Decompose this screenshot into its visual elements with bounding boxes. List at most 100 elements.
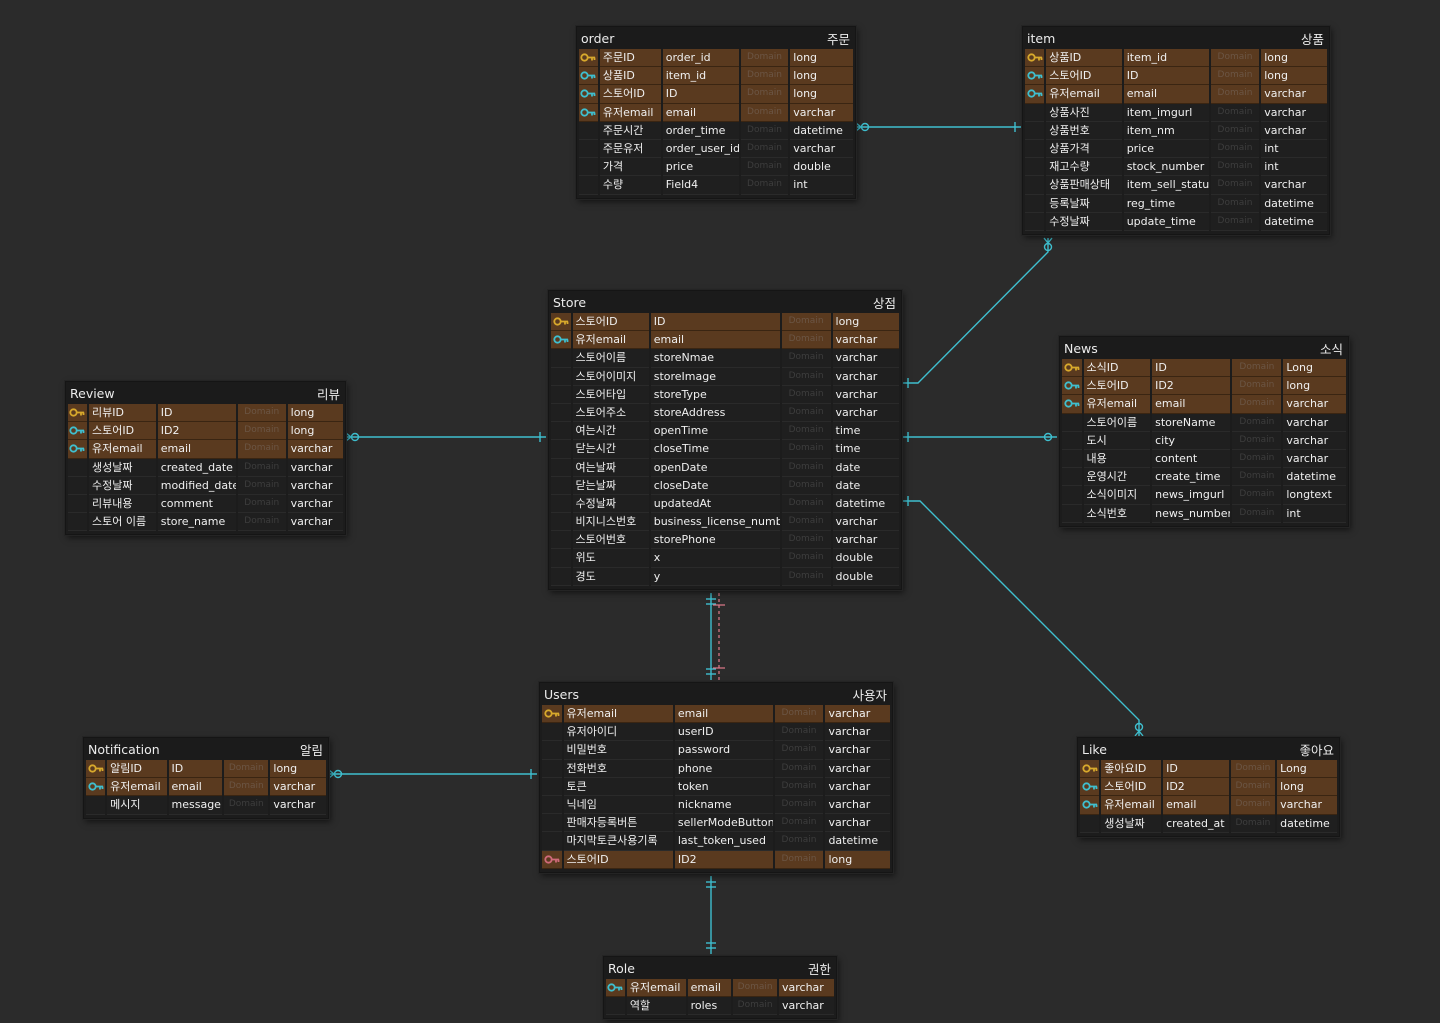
column-row[interactable]: 수정날짜 updatedAt Domain datetime (551, 494, 899, 514)
column-row[interactable]: 상품판매상태 item_sell_status Domain varchar (1025, 176, 1327, 195)
column-row[interactable]: 리뷰ID ID Domain long (68, 404, 343, 423)
column-row[interactable]: 상품가격 price Domain int (1025, 139, 1327, 159)
column-row[interactable]: 운영시간 create_time Domain datetime (1062, 468, 1347, 487)
entity-header[interactable]: News 소식 (1060, 337, 1348, 359)
column-row[interactable]: 유저email email Domain varchar (551, 331, 899, 350)
column-domain: Domain (237, 494, 286, 514)
column-row[interactable]: 스토어이름 storeNmae Domain varchar (551, 349, 899, 368)
entity-order[interactable]: order 주문 주문ID order_id Domain long 상품ID item_… (576, 26, 856, 199)
column-row[interactable]: 스토어ID ID Domain long (579, 85, 853, 104)
column-physical-name: ID (650, 313, 780, 332)
column-row[interactable]: 알림ID ID Domain long (86, 760, 326, 779)
column-row[interactable]: 소식번호 news_number Domain int (1062, 504, 1347, 523)
column-row[interactable]: 스토어ID ID2 Domain long (1062, 377, 1347, 396)
column-row[interactable]: 생성날짜 created_at Domain datetime (1080, 814, 1337, 833)
column-row[interactable]: 생성날짜 created_date Domain varchar (68, 458, 343, 477)
column-row[interactable]: 내용 content Domain varchar (1062, 449, 1347, 469)
column-row[interactable]: 상품사진 item_imgurl Domain varchar (1025, 103, 1327, 122)
column-domain: Domain (781, 440, 831, 459)
column-row[interactable]: 소식ID ID Domain Long (1062, 359, 1347, 378)
column-icon-slot (542, 723, 562, 742)
column-row[interactable]: 유저email email Domain varchar (606, 979, 834, 998)
column-row[interactable]: 유저email email Domain varchar (542, 705, 890, 724)
column-row[interactable]: 유저email email Domain varchar (68, 440, 343, 459)
column-row[interactable]: 토큰 token Domain varchar (542, 777, 890, 796)
column-row[interactable]: 등록날짜 reg_time Domain datetime (1025, 194, 1327, 213)
entity-news[interactable]: News 소식 소식ID ID Domain Long 스토어ID ID2 Domain lo… (1059, 336, 1349, 527)
entity-header[interactable]: order 주문 (577, 27, 855, 49)
column-domain: Domain (1230, 814, 1276, 833)
entity-store[interactable]: Store 상점 스토어ID ID Domain long 유저email email Do… (548, 290, 902, 590)
column-row[interactable]: 닫는시간 closeTime Domain time (551, 440, 899, 459)
column-row[interactable]: 상품번호 item_nm Domain varchar (1025, 121, 1327, 140)
column-logical-name: 여는시간 (572, 422, 649, 441)
column-logical-name: 스토어주소 (572, 403, 649, 423)
entity-item[interactable]: item 상품 상품ID item_id Domain long 스토어ID ID Doma… (1022, 26, 1330, 235)
column-row[interactable]: 유저아이디 userID Domain varchar (542, 723, 890, 742)
column-row[interactable]: 스토어이름 storeName Domain varchar (1062, 413, 1347, 432)
column-row[interactable]: 닫는날짜 closeDate Domain date (551, 476, 899, 495)
column-row[interactable]: 수정날짜 update_time Domain datetime (1025, 212, 1327, 231)
column-row[interactable]: 주문시간 order_time Domain datetime (579, 121, 853, 140)
column-row[interactable]: 유저email email Domain varchar (1080, 796, 1337, 815)
column-domain: Domain (781, 567, 831, 586)
column-row[interactable]: 판매자등록버튼 sellerModeButton Domain varchar (542, 814, 890, 833)
column-row[interactable]: 수정날짜 modified_date Domain varchar (68, 476, 343, 495)
entity-users[interactable]: Users 사용자 유저email email Domain varchar 유저아이디… (539, 682, 893, 873)
column-row[interactable]: 가격 price Domain double (579, 158, 853, 177)
column-row[interactable]: 주문유저 order_user_id Domain varchar (579, 139, 853, 159)
column-logical-name: 유저email (1101, 796, 1162, 815)
column-row[interactable]: 스토어ID ID Domain long (551, 313, 899, 332)
column-row[interactable]: 여는날짜 openDate Domain date (551, 458, 899, 477)
column-row[interactable]: 스토어ID ID2 Domain long (542, 850, 890, 869)
entity-notification[interactable]: Notification 알림 알림ID ID Domain long 유저email e… (83, 737, 329, 819)
column-row[interactable]: 스토어타입 storeType Domain varchar (551, 385, 899, 404)
column-row[interactable]: 스토어ID ID2 Domain long (68, 422, 343, 441)
column-row[interactable]: 위도 x Domain double (551, 549, 899, 568)
column-row[interactable]: 소식이미지 news_imgurl Domain longtext (1062, 486, 1347, 505)
entity-role[interactable]: Role 권한 유저email email Domain varchar 역할 roles… (603, 956, 837, 1020)
column-row[interactable]: 역할 roles Domain varchar (606, 997, 834, 1016)
column-row[interactable]: 전화번호 phone Domain varchar (542, 759, 890, 778)
column-row[interactable]: 스토어이미지 storeImage Domain varchar (551, 367, 899, 386)
column-icon-slot (542, 814, 562, 833)
entity-header[interactable]: Store 상점 (549, 291, 901, 313)
column-row[interactable]: 마지막토큰사용기록 last_token_used Domain datetime (542, 832, 890, 851)
entity-header[interactable]: Notification 알림 (84, 738, 328, 760)
entity-header[interactable]: Like 좋아요 (1078, 738, 1339, 760)
column-domain: Domain (781, 349, 831, 368)
entity-header[interactable]: Review 리뷰 (66, 382, 345, 404)
column-row[interactable]: 좋아요ID ID Domain Long (1080, 760, 1337, 779)
column-row[interactable]: 스토어 이름 store_name Domain varchar (68, 513, 343, 532)
column-row[interactable]: 유저email email Domain varchar (1062, 395, 1347, 414)
column-row[interactable]: 주문ID order_id Domain long (579, 49, 853, 68)
column-row[interactable]: 유저email email Domain varchar (1025, 85, 1327, 104)
column-row[interactable]: 도시 city Domain varchar (1062, 431, 1347, 450)
column-row[interactable]: 여는시간 openTime Domain time (551, 422, 899, 441)
entity-header[interactable]: Users 사용자 (540, 683, 892, 705)
column-row[interactable]: 닉네임 nickname Domain varchar (542, 795, 890, 815)
column-row[interactable]: 비지니스번호business_license_numberDomainvarch… (551, 513, 899, 532)
column-row[interactable]: 비밀번호 password Domain varchar (542, 741, 890, 760)
column-row[interactable]: 스토어ID ID Domain long (1025, 67, 1327, 86)
column-row[interactable]: 경도 y Domain double (551, 567, 899, 586)
column-row[interactable]: 상품ID item_id Domain long (1025, 49, 1327, 68)
entity-header[interactable]: Role 권한 (604, 957, 836, 979)
column-row[interactable]: 스토어ID ID2 Domain long (1080, 778, 1337, 797)
column-row[interactable]: 리뷰내용 comment Domain varchar (68, 494, 343, 514)
entity-review[interactable]: Review 리뷰 리뷰ID ID Domain long 스토어ID ID2 Domain… (65, 381, 346, 536)
column-row[interactable]: 유저email email Domain varchar (86, 778, 326, 797)
column-row[interactable]: 재고수량 stock_number Domain int (1025, 158, 1327, 177)
column-row[interactable]: 상품ID item_id Domain long (579, 67, 853, 86)
column-row[interactable]: 유저email email Domain varchar (579, 103, 853, 122)
column-row[interactable]: 스토어번호 storePhone Domain varchar (551, 531, 899, 550)
column-logical-name: 운영시간 (1083, 468, 1151, 487)
entity-header[interactable]: item 상품 (1023, 27, 1329, 49)
entity-like[interactable]: Like 좋아요 좋아요ID ID Domain Long 스토어ID ID2 Domain… (1077, 737, 1340, 837)
primary-key-icon (1062, 359, 1082, 378)
erd-canvas[interactable]: order 주문 주문ID order_id Domain long 상품ID item_… (0, 0, 1440, 1023)
column-row[interactable]: 메시지 message Domain varchar (86, 796, 326, 815)
column-row[interactable]: 수량 Field4 Domain int (579, 176, 853, 195)
column-row[interactable]: 스토어주소 storeAddress Domain varchar (551, 403, 899, 423)
crow-foot (1138, 730, 1144, 737)
